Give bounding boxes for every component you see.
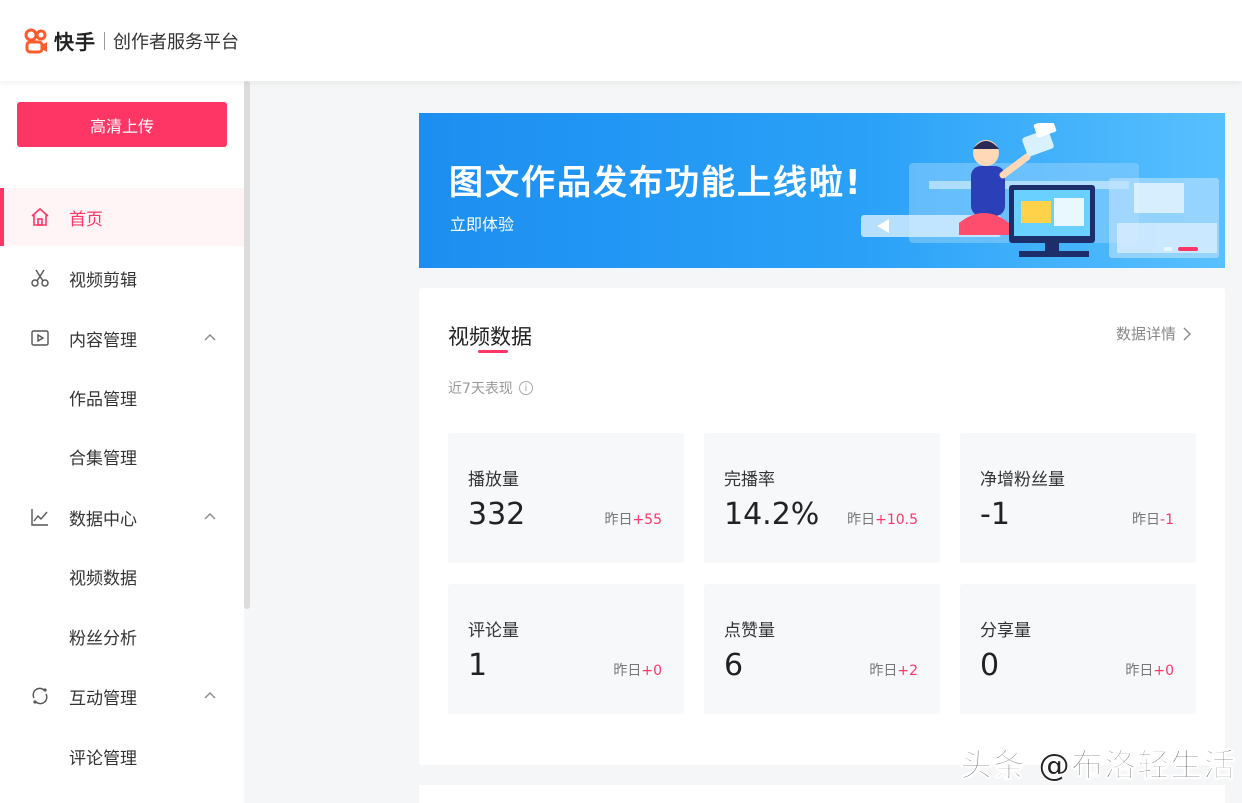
watermark-text: 头条 @布洛轻生活: [959, 746, 1237, 785]
sidebar-item-label: 视频剪辑: [69, 270, 137, 291]
stat-value: 0: [980, 648, 1000, 683]
delta-value: +0: [1153, 663, 1174, 679]
brand-name[interactable]: 快手: [54, 26, 96, 55]
stat-label: 点赞量: [724, 621, 775, 641]
sidebar-item-home[interactable]: 首页: [0, 188, 244, 246]
stat-value: 1: [468, 648, 488, 683]
yesterday-label: 昨日: [1125, 663, 1154, 679]
home-icon: [29, 206, 51, 228]
stat-delta: 昨日+0: [1125, 660, 1174, 680]
chevron-up-icon[interactable]: [203, 331, 217, 345]
sidebar: 高清上传 首页 视频剪辑 内容管理 作品管理 合集管理 数据中心 视频数据 粉丝…: [0, 81, 244, 803]
line-chart-icon: [29, 506, 51, 528]
yesterday-label: 昨日: [604, 512, 633, 528]
stat-delta: 昨日-1: [1132, 509, 1174, 529]
yesterday-label: 昨日: [847, 512, 876, 528]
sidebar-item-label: 作品管理: [69, 389, 137, 410]
stat-card-net-fans: 净增粉丝量 -1 昨日-1: [960, 433, 1196, 563]
chevron-right-icon: [1183, 327, 1191, 340]
stat-delta: 昨日+10.5: [847, 509, 918, 529]
delta-value: +2: [897, 663, 918, 679]
hd-upload-button[interactable]: 高清上传: [17, 102, 227, 147]
stat-label: 分享量: [980, 621, 1031, 641]
data-detail-link[interactable]: 数据详情: [1116, 323, 1192, 344]
stat-card-comments: 评论量 1 昨日+0: [448, 584, 684, 714]
stat-value: 14.2%: [724, 497, 820, 532]
yesterday-label: 昨日: [869, 663, 898, 679]
brand-divider: [104, 31, 105, 50]
sidebar-item-label: 首页: [69, 209, 103, 230]
sidebar-item-label: 数据中心: [69, 509, 137, 530]
stat-card-likes: 点赞量 6 昨日+2: [704, 584, 940, 714]
chevron-up-icon[interactable]: [203, 689, 217, 703]
platform-name: 创作者服务平台: [113, 31, 239, 53]
stat-delta: 昨日+2: [869, 660, 918, 680]
banner-title: 图文作品发布功能上线啦!: [449, 163, 863, 203]
sidebar-item-label: 内容管理: [69, 330, 137, 351]
sidebar-item-content-management[interactable]: 内容管理: [0, 309, 244, 367]
sidebar-item-works-management[interactable]: 作品管理: [0, 368, 244, 426]
chevron-up-icon[interactable]: [203, 510, 217, 524]
delta-value: +10.5: [875, 512, 918, 528]
banner-pagination[interactable]: [1164, 247, 1198, 251]
banner-dot[interactable]: [1164, 247, 1172, 251]
sidebar-item-label: 视频数据: [69, 568, 137, 589]
stat-card-completion-rate: 完播率 14.2% 昨日+10.5: [704, 433, 940, 563]
sidebar-item-label: 粉丝分析: [69, 628, 137, 649]
top-header: 快手 创作者服务平台: [0, 0, 1242, 81]
sidebar-item-label: 评论管理: [69, 748, 137, 769]
data-detail-label: 数据详情: [1115, 325, 1176, 343]
kuaishou-logo-icon[interactable]: [24, 28, 48, 54]
stat-card-plays: 播放量 332 昨日+55: [448, 433, 684, 563]
delta-value: +0: [641, 663, 662, 679]
period-text: 近7天表现: [448, 381, 513, 397]
delta-value: -1: [1160, 512, 1174, 528]
sidebar-item-label: 合集管理: [69, 448, 137, 469]
sidebar-item-collection-management[interactable]: 合集管理: [0, 427, 244, 485]
stat-label: 播放量: [468, 470, 519, 490]
sidebar-item-data-center[interactable]: 数据中心: [0, 488, 244, 546]
sidebar-item-video-data[interactable]: 视频数据: [0, 547, 244, 605]
stat-label: 净增粉丝量: [980, 470, 1065, 490]
stat-delta: 昨日+0: [613, 660, 662, 680]
yesterday-label: 昨日: [1132, 512, 1161, 528]
title-underline: [478, 350, 508, 353]
stat-value: -1: [980, 497, 1010, 532]
sidebar-item-comment-management[interactable]: 评论管理: [0, 727, 244, 785]
delta-value: +55: [632, 512, 662, 528]
scissors-icon: [29, 267, 51, 289]
stat-label: 完播率: [724, 470, 775, 490]
video-data-title: 视频数据: [448, 325, 532, 349]
stat-value: 332: [468, 497, 526, 532]
stat-card-shares: 分享量 0 昨日+0: [960, 584, 1196, 714]
play-square-icon: [29, 327, 51, 349]
sidebar-item-video-edit[interactable]: 视频剪辑: [0, 249, 244, 307]
info-icon[interactable]: i: [518, 381, 533, 395]
sidebar-scrollbar[interactable]: [244, 81, 250, 609]
sidebar-item-interaction-management[interactable]: 互动管理: [0, 667, 244, 725]
interaction-icon: [29, 685, 51, 707]
next-card: [419, 785, 1225, 803]
promo-banner[interactable]: 图文作品发布功能上线啦! 立即体验: [419, 113, 1225, 268]
period-label: 近7天表现 i: [448, 378, 533, 398]
stat-value: 6: [724, 648, 744, 683]
banner-dot-active[interactable]: [1178, 247, 1198, 251]
sidebar-item-label: 互动管理: [69, 688, 137, 709]
stat-delta: 昨日+55: [604, 509, 662, 529]
video-data-card: 视频数据 数据详情 近7天表现 i 播放量 332 昨日+55 完播率 14.2…: [419, 288, 1225, 765]
banner-cta-link[interactable]: 立即体验: [450, 211, 514, 235]
yesterday-label: 昨日: [613, 663, 642, 679]
sidebar-item-fans-analysis[interactable]: 粉丝分析: [0, 607, 244, 665]
stat-label: 评论量: [468, 621, 519, 641]
